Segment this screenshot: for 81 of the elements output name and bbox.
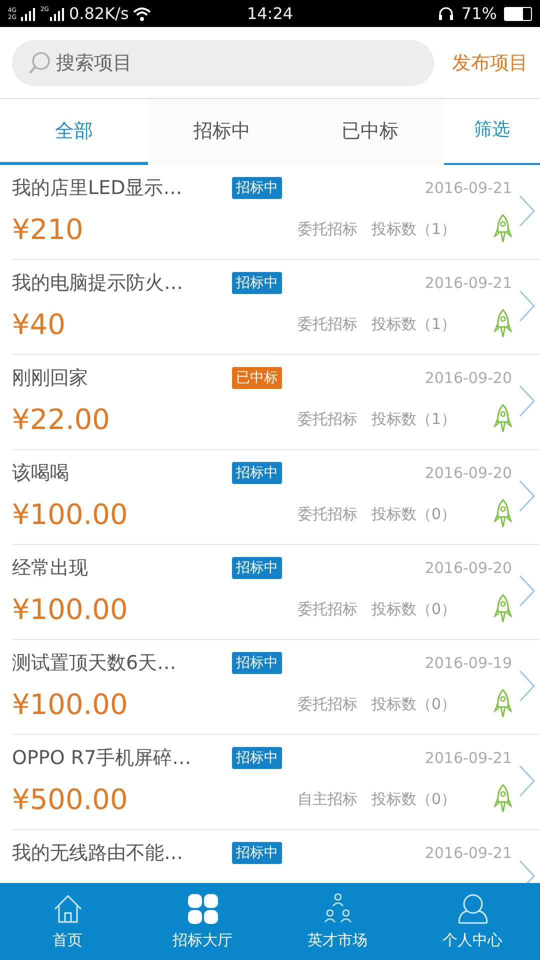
search-icon: [28, 50, 50, 74]
nav-item[interactable]: 英才市场: [270, 883, 405, 960]
project-price: ¥100.00: [12, 688, 129, 720]
project-date: 2016-09-20: [424, 464, 512, 482]
status-tag: 招标中: [232, 652, 282, 674]
status-tag: 已中标: [232, 367, 282, 389]
project-title: 我的无线路由不能…: [12, 841, 184, 866]
bid-count: 投标数（1）: [371, 220, 456, 238]
bid-count: 投标数（1）: [371, 410, 456, 428]
status-tag: 招标中: [232, 272, 282, 294]
rocket-icon: [494, 594, 512, 624]
wifi-icon: [132, 6, 151, 20]
battery-percent: 71%: [461, 4, 497, 23]
rocket-icon: [494, 689, 512, 719]
project-price: ¥40: [12, 308, 66, 340]
status-tag: 招标中: [232, 842, 282, 864]
house-icon: [52, 893, 84, 925]
nav-item[interactable]: 个人中心: [405, 883, 540, 960]
bid-count: 投标数（0）: [371, 790, 456, 808]
project-price: ¥100.00: [12, 498, 129, 530]
rocket-icon: [494, 499, 512, 529]
chevron-right-icon: [518, 195, 536, 227]
project-date: 2016-09-21: [424, 844, 512, 862]
bid-mode: 自主招标: [297, 790, 358, 808]
nav-item[interactable]: 招标大厅: [135, 883, 270, 960]
network-speed: 0.82K/s: [68, 4, 129, 23]
project-date: 2016-09-21: [424, 749, 512, 767]
publish-button[interactable]: 发布项目: [452, 50, 528, 76]
bid-count: 投标数（0）: [371, 694, 456, 714]
project-date: 2016-09-21: [424, 274, 512, 292]
status-tag: 招标中: [232, 557, 282, 579]
headset-icon: [438, 6, 454, 22]
search-field[interactable]: 搜索项目: [12, 40, 434, 86]
status-tag: 招标中: [232, 747, 282, 769]
bid-mode: 委托招标: [297, 600, 358, 618]
project-date: 2016-09-20: [424, 559, 512, 577]
bid-count: 投标数（0）: [371, 600, 456, 618]
status-tag: 招标中: [232, 462, 282, 484]
project-date: 2016-09-19: [424, 654, 512, 672]
project-title: 我的电脑提示防火…: [12, 271, 184, 296]
project-title: 我的店里LED显示…: [12, 176, 184, 201]
bid-mode: 委托招标: [297, 694, 358, 714]
people-icon: [322, 893, 354, 925]
project-title: 测试置顶天数6天…: [12, 651, 178, 676]
tab[interactable]: 已中标: [296, 99, 444, 165]
chevron-right-icon: [518, 765, 536, 797]
chevron-right-icon: [518, 575, 536, 607]
clock: 14:24: [246, 4, 294, 23]
tab[interactable]: 招标中: [148, 99, 296, 165]
grid-icon: [186, 893, 218, 925]
chevron-right-icon: [518, 385, 536, 417]
person-icon: [456, 893, 488, 925]
status-tag: 招标中: [232, 177, 282, 199]
chevron-right-icon: [518, 670, 536, 702]
rocket-icon: [494, 309, 512, 339]
bid-mode: 委托招标: [297, 220, 358, 238]
bid-count: 投标数（1）: [371, 314, 456, 334]
project-price: ¥500.00: [12, 782, 129, 816]
signal-icon: [20, 6, 36, 20]
bid-mode: 委托招标: [297, 410, 358, 428]
rocket-icon: [494, 784, 512, 814]
project-date: 2016-09-21: [424, 179, 512, 197]
chevron-right-icon: [518, 480, 536, 512]
project-title: 经常出现: [12, 556, 89, 581]
project-title: 该喝喝: [12, 461, 70, 486]
project-title: 刚刚回家: [12, 366, 89, 391]
rocket-icon: [494, 214, 512, 244]
project-title: OPPO R7手机屏碎…: [12, 746, 192, 771]
bid-mode: 委托招标: [297, 314, 358, 334]
chevron-right-icon: [518, 290, 536, 322]
bid-mode: 委托招标: [297, 504, 358, 524]
nav-item[interactable]: 首页: [0, 883, 135, 960]
project-date: 2016-09-20: [424, 369, 512, 387]
project-price: ¥22.00: [12, 402, 111, 436]
signal-icon: [48, 6, 65, 20]
bid-count: 投标数（0）: [371, 504, 456, 524]
battery-icon: [504, 6, 532, 20]
rocket-icon: [494, 404, 512, 434]
project-price: ¥100.00: [12, 592, 129, 626]
project-price: ¥210: [12, 212, 84, 246]
chevron-right-icon: [518, 860, 536, 883]
